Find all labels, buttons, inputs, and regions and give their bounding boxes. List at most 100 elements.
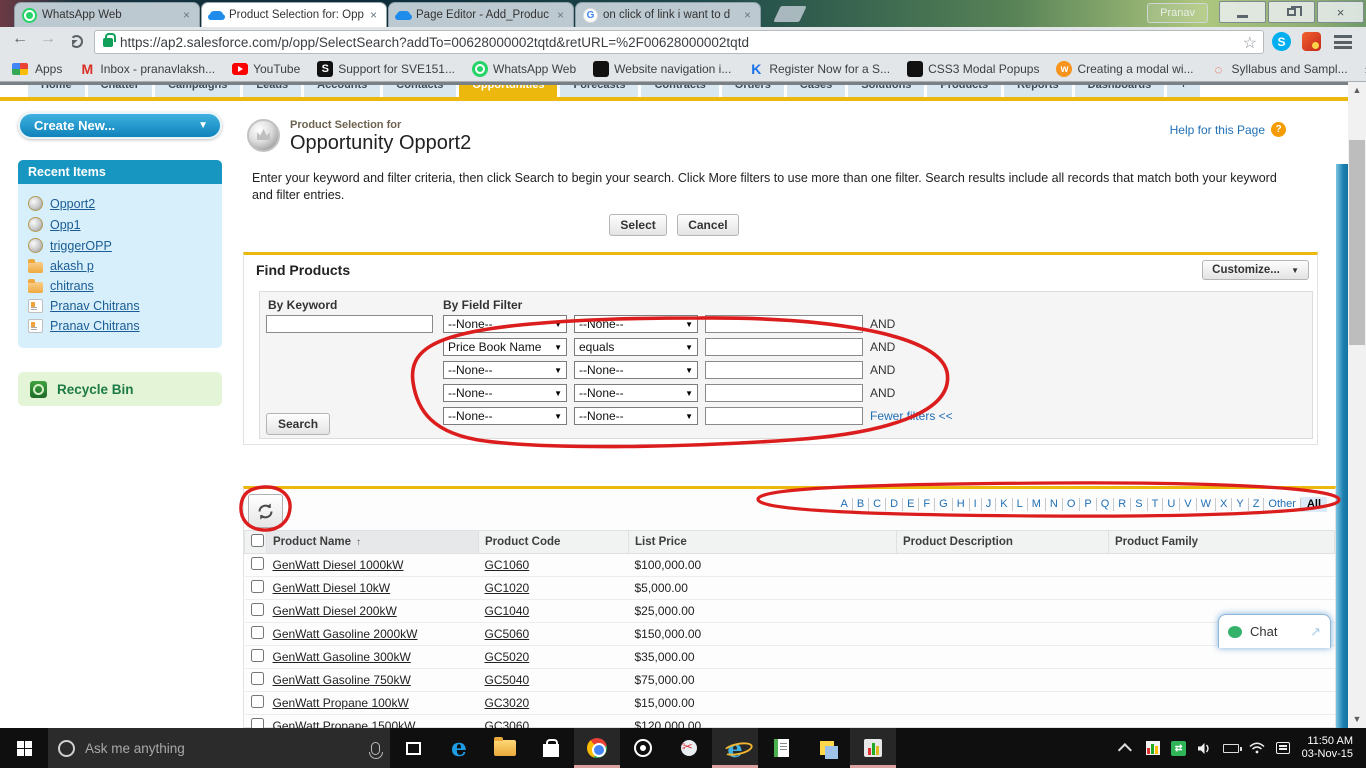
bookmark-star-icon[interactable]: ☆ xyxy=(1243,33,1257,53)
ie-taskbar-icon[interactable]: e xyxy=(712,728,758,768)
store-taskbar-icon[interactable] xyxy=(528,728,574,768)
bookmark-item[interactable]: w Creating a modal wi... xyxy=(1056,61,1194,77)
row-checkbox[interactable] xyxy=(250,718,264,728)
tray-chart-app[interactable] xyxy=(1140,741,1166,755)
select-button[interactable]: Select xyxy=(609,214,667,236)
column-header[interactable]: List Price xyxy=(628,530,897,554)
filter-value-input[interactable] xyxy=(705,384,863,402)
alphabet-link-q[interactable]: Q xyxy=(1097,498,1115,511)
product-code-link[interactable]: GC1020 xyxy=(485,581,530,595)
filter-value-input[interactable] xyxy=(705,315,863,333)
product-name-link[interactable]: GenWatt Diesel 10kW xyxy=(273,581,391,595)
alphabet-link-m[interactable]: M xyxy=(1028,498,1046,511)
tray-network[interactable] xyxy=(1244,742,1270,754)
nav-tab-leads[interactable]: Leads xyxy=(243,85,302,97)
product-name-link[interactable]: GenWatt Gasoline 300kW xyxy=(273,650,411,664)
nav-tab-solutions[interactable]: Solutions xyxy=(848,85,925,97)
alphabet-link-a[interactable]: A xyxy=(836,498,853,511)
chrome-taskbar-icon[interactable] xyxy=(574,728,620,768)
alphabet-link-n[interactable]: N xyxy=(1046,498,1063,511)
cancel-button[interactable]: Cancel xyxy=(677,214,739,236)
filter-operator-select[interactable]: --None-- ▼ xyxy=(574,407,698,425)
select-all-checkbox[interactable] xyxy=(251,534,264,547)
url-bar[interactable]: https://ap2.salesforce.com/p/opp/SelectS… xyxy=(94,30,1264,54)
recorder-taskbar-icon[interactable] xyxy=(620,728,666,768)
alphabet-link-x[interactable]: X xyxy=(1216,498,1233,511)
recent-item-link[interactable]: triggerOPP xyxy=(50,239,112,253)
bookmark-item[interactable]: CSS3 Modal Popups xyxy=(907,61,1039,77)
alphabet-link-f[interactable]: F xyxy=(919,498,936,511)
bookmark-item[interactable]: Apps xyxy=(10,61,62,77)
nav-tab-+[interactable]: + xyxy=(1167,85,1200,97)
filter-value-input[interactable] xyxy=(705,407,863,425)
row-checkbox[interactable] xyxy=(250,672,264,685)
help-link[interactable]: Help for this Page ? xyxy=(1170,122,1286,137)
alphabet-link-c[interactable]: C xyxy=(869,498,887,511)
chat-popout-icon[interactable]: ↗ xyxy=(1310,624,1321,640)
file-explorer-taskbar-icon[interactable] xyxy=(482,728,528,768)
filter-field-select[interactable]: --None-- ▼ xyxy=(443,315,567,333)
bookmark-item[interactable]: ◌ Syllabus and Sampl... xyxy=(1211,61,1348,77)
browser-tab[interactable]: Product Selection for: Opp × xyxy=(201,2,387,27)
recent-item-link[interactable]: Opport2 xyxy=(50,197,95,211)
nav-tab-accounts[interactable]: Accounts xyxy=(304,85,381,97)
alphabet-link-y[interactable]: Y xyxy=(1232,498,1249,511)
nav-tab-orders[interactable]: Orders xyxy=(721,85,784,97)
scroll-up-icon[interactable]: ▲ xyxy=(1348,82,1366,99)
product-code-link[interactable]: GC5060 xyxy=(485,627,530,641)
product-name-link[interactable]: GenWatt Propane 1500kW xyxy=(273,719,416,728)
scroll-down-icon[interactable]: ▼ xyxy=(1348,711,1366,728)
cortana-search-box[interactable] xyxy=(48,728,390,768)
alphabet-link-w[interactable]: W xyxy=(1197,498,1216,511)
nav-tab-forecasts[interactable]: Forecasts xyxy=(560,85,639,97)
recent-item-link[interactable]: akash p xyxy=(50,259,94,273)
product-name-link[interactable]: GenWatt Propane 100kW xyxy=(273,696,409,710)
product-name-link[interactable]: GenWatt Gasoline 2000kW xyxy=(273,627,418,641)
nav-tab-home[interactable]: Home xyxy=(28,85,85,97)
alphabet-link-v[interactable]: V xyxy=(1180,498,1197,511)
bookmark-item[interactable]: YouTube xyxy=(232,62,300,76)
tab-close-icon[interactable]: × xyxy=(181,8,192,22)
bookmark-item[interactable]: Website navigation i... xyxy=(593,61,731,77)
extension-icon[interactable] xyxy=(1302,32,1321,51)
filter-operator-select[interactable]: --None-- ▼ xyxy=(574,361,698,379)
tab-close-icon[interactable]: × xyxy=(742,8,753,22)
start-button[interactable] xyxy=(0,728,48,768)
microphone-icon[interactable] xyxy=(369,741,383,759)
alphabet-link-p[interactable]: P xyxy=(1080,498,1097,511)
notes-app-taskbar-icon[interactable] xyxy=(758,728,804,768)
profile-button[interactable]: Pranav xyxy=(1147,3,1208,23)
row-checkbox[interactable] xyxy=(250,649,264,662)
browser-tab[interactable]: Gon click of link i want to d × xyxy=(575,2,761,27)
product-code-link[interactable]: GC3020 xyxy=(485,696,530,710)
product-name-link[interactable]: GenWatt Diesel 1000kW xyxy=(273,558,404,572)
alphabet-link-g[interactable]: G xyxy=(935,498,953,511)
alphabet-link-r[interactable]: R xyxy=(1114,498,1132,511)
product-code-link[interactable]: GC1060 xyxy=(485,558,530,572)
bookmark-item[interactable]: S Support for SVE151... xyxy=(317,61,455,77)
chart-app-taskbar-icon[interactable] xyxy=(850,728,896,768)
browser-tab[interactable]: Page Editor - Add_Produc × xyxy=(388,2,574,27)
column-header[interactable]: Product Description xyxy=(896,530,1109,554)
column-header[interactable]: Product Family xyxy=(1108,530,1335,554)
taskbar-search-input[interactable] xyxy=(85,740,365,756)
alphabet-link-t[interactable]: T xyxy=(1148,498,1164,511)
url-text[interactable]: https://ap2.salesforce.com/p/opp/SelectS… xyxy=(120,35,749,50)
recent-item-link[interactable]: Pranav Chitrans xyxy=(50,299,140,313)
close-button[interactable]: × xyxy=(1317,1,1364,23)
tray-chevron-button[interactable] xyxy=(1114,743,1140,758)
filter-operator-select[interactable]: --None-- ▼ xyxy=(574,384,698,402)
alphabet-link-h[interactable]: H xyxy=(953,498,970,511)
forward-icon[interactable]: → xyxy=(40,30,56,48)
alphabet-link-k[interactable]: K xyxy=(996,498,1013,511)
restore-button[interactable] xyxy=(1268,1,1315,23)
tab-close-icon[interactable]: × xyxy=(368,8,379,22)
alphabet-link-b[interactable]: B xyxy=(853,498,870,511)
recycle-bin-item[interactable]: Recycle Bin xyxy=(18,372,222,406)
row-checkbox[interactable] xyxy=(250,557,264,570)
alphabet-link-l[interactable]: L xyxy=(1013,498,1028,511)
filter-value-input[interactable] xyxy=(705,361,863,379)
customize-button[interactable]: Customize... ▼ xyxy=(1202,260,1309,280)
alphabet-link-d[interactable]: D xyxy=(886,498,904,511)
product-code-link[interactable]: GC3060 xyxy=(485,719,530,728)
